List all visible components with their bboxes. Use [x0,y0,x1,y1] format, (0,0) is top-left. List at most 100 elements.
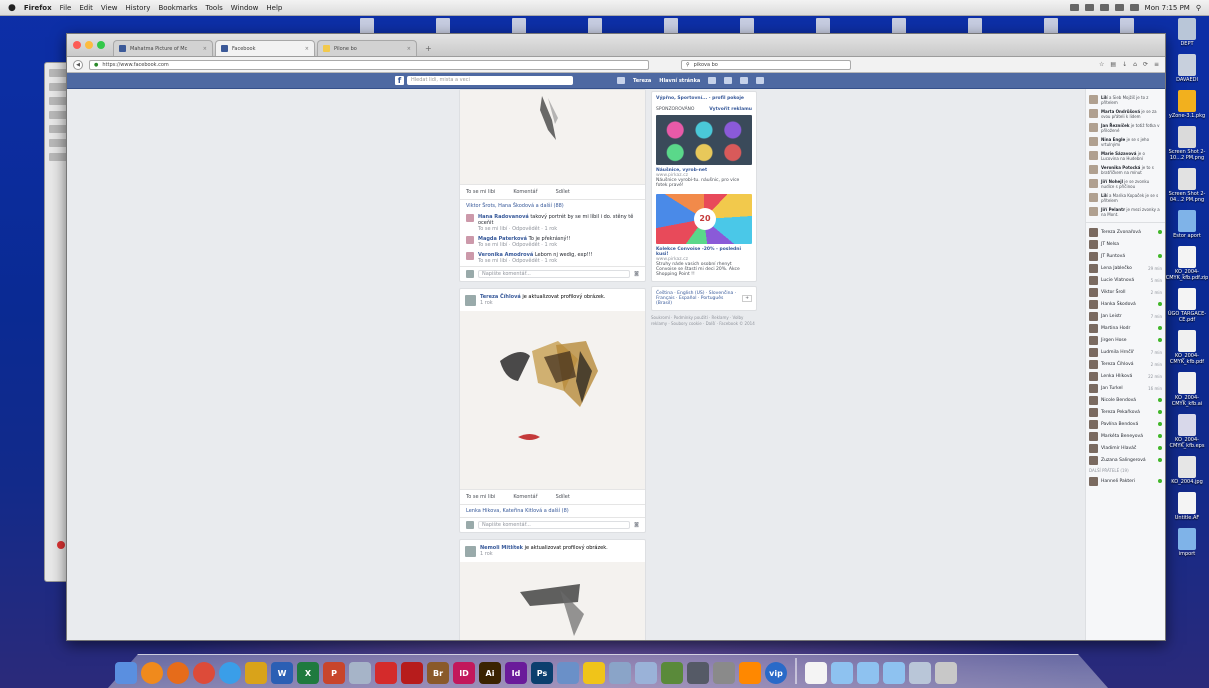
post-photo[interactable] [460,311,645,489]
firefox-icon[interactable] [167,662,189,684]
vlc-icon[interactable] [739,662,761,684]
desktop-file-icon[interactable] [816,18,830,34]
chat-contact[interactable]: JT Runtová [1086,250,1165,262]
word-icon[interactable]: W [271,662,293,684]
comment-meta[interactable]: To se mi libí · Odpovědět · 1 rok [478,242,571,248]
chat-contact[interactable]: Lenka Hlíková 22 min [1086,370,1165,382]
new-tab-button[interactable]: + [425,44,432,53]
desktop-item[interactable]: KO_2004-CMYK_kfb.ai [1167,372,1207,407]
excel-icon[interactable]: X [297,662,319,684]
desktop-item[interactable]: yZone-3.1.pkg [1167,90,1207,119]
utility-icon[interactable] [661,662,683,684]
folder-icon[interactable] [831,662,853,684]
ticker-item[interactable]: Marie Sázavová je o Lucovina na Hudební [1086,149,1165,163]
post-time[interactable]: 1 rok [480,551,608,557]
app-menu[interactable]: Firefox [24,4,52,12]
menu-window[interactable]: Window [231,4,259,12]
desktop-file-icon[interactable] [436,18,450,34]
share-button[interactable]: Sdílet [556,494,570,500]
desktop-file-icon[interactable] [892,18,906,34]
script-icon[interactable] [635,662,657,684]
bridge-icon[interactable]: Br [427,662,449,684]
acrobat-icon[interactable] [375,662,397,684]
menu-tools[interactable]: Tools [206,4,223,12]
minimize-window-button[interactable] [85,41,93,49]
nav-profile[interactable]: Tereza [633,78,651,84]
desktop-item[interactable]: ÚGO TARGACE-CE.pdf [1167,288,1207,323]
chrome-icon[interactable] [193,662,215,684]
acrobat-pro-icon[interactable] [401,662,423,684]
spotlight-icon[interactable]: ⚲ [1196,4,1201,12]
menu-help[interactable]: Help [266,4,282,12]
incopy-icon[interactable]: Id [505,662,527,684]
ad-image-sale[interactable]: 20 [656,194,752,244]
chat-contact[interactable]: Martina Hodr [1086,322,1165,334]
tab-facebook[interactable]: Facebook × [215,40,315,56]
illustrator-icon[interactable]: Ai [479,662,501,684]
photoshop-icon[interactable]: Ps [531,662,553,684]
privacy-icon[interactable] [756,77,765,84]
add-language-button[interactable]: + [742,295,752,302]
notifications-icon[interactable] [740,77,749,84]
zoom-window-button[interactable] [97,41,105,49]
automator-icon[interactable] [713,662,735,684]
desktop-item[interactable]: DAVAEDI [1167,54,1207,83]
disk-utility-icon[interactable] [687,662,709,684]
menubar-clock[interactable]: Mon 7:15 PM [1145,4,1190,12]
chat-contact[interactable]: Viktor Šroll 2 min [1086,286,1165,298]
chat-contact[interactable]: Markéta Beneyová [1086,430,1165,442]
desktop-item[interactable]: DEPT [1167,18,1207,47]
language-list[interactable]: Čeština · English (US) · Slovenčina · Fr… [656,291,738,306]
likes-summary[interactable]: Lenka Hikova, Kateřina Kitlová a další (… [460,505,645,517]
chat-contact[interactable]: Vladimír Hlaváč [1086,442,1165,454]
desktop-file-icon[interactable] [360,18,374,34]
dropbox-icon[interactable] [1069,4,1079,11]
calculator-icon[interactable] [557,662,579,684]
comment-button[interactable]: Komentář [513,494,537,500]
ticker-item[interactable]: Jiří Nohejl je se zvonku nudíce s příčin… [1086,177,1165,191]
apple-menu-icon[interactable]: ● [8,3,16,13]
downloads-icon[interactable]: ↓ [1122,61,1127,68]
close-window-button[interactable] [73,41,81,49]
ibooks-icon[interactable] [141,662,163,684]
downloads-icon[interactable] [909,662,931,684]
menu-icon[interactable]: ≡ [1154,61,1159,68]
volume-icon[interactable] [1114,4,1124,11]
camera-icon[interactable]: ◙ [634,271,639,277]
chat-contact[interactable]: Nicole Bendová [1086,394,1165,406]
comment-meta[interactable]: To se mi libí · Odpovědět · 1 rok [478,258,593,264]
avatar[interactable] [465,545,476,557]
chat-contact[interactable]: JT Nelsa [1086,238,1165,250]
photos-icon[interactable] [609,662,631,684]
post-time[interactable]: 1 rok [480,300,605,306]
avatar[interactable] [466,252,474,260]
chat-contact[interactable]: Zuzana Salingerová [1086,454,1165,466]
cyberduck-icon[interactable] [583,662,605,684]
vip-icon[interactable]: vip [765,662,787,684]
menu-file[interactable]: File [60,4,72,12]
camera-icon[interactable]: ◙ [634,522,639,528]
comment-input[interactable]: Napište komentář... [478,521,631,529]
desktop-item[interactable]: Untitle.AF [1167,492,1207,521]
sync-icon[interactable] [1084,4,1094,11]
create-ad-link[interactable]: Vytvořit reklamu [709,107,752,112]
facebook-search-input[interactable]: Hledat lidi, mista a veci [407,76,573,85]
ticker-item[interactable]: Marta Ondrůšová je se za svou přáteli k … [1086,107,1165,121]
ad-image-earrings[interactable] [656,115,752,165]
nav-home[interactable]: Hlavní stránka [659,78,700,84]
tab-pilone[interactable]: Pilone bo × [317,40,417,56]
ticker-item[interactable]: Nina Engle je se s jeho vrtulnými [1086,135,1165,149]
home-icon[interactable]: ⌂ [1133,61,1137,68]
preview-icon[interactable] [349,662,371,684]
bookmarks-list-icon[interactable]: ▤ [1110,61,1116,68]
comment-input[interactable]: Napište komentář... [478,270,631,278]
menu-edit[interactable]: Edit [79,4,93,12]
chat-contact[interactable]: Hanka Škodová [1086,298,1165,310]
back-button[interactable]: ◀ [73,59,83,70]
avatar[interactable] [466,214,474,222]
safari-icon[interactable] [219,662,241,684]
ad-title[interactable]: Kolekce Convoise -20% - posledni kusi! [656,247,752,257]
chat-contact[interactable]: Tereza Číhlová 2 min [1086,358,1165,370]
desktop-file-icon[interactable] [588,18,602,34]
chat-contact[interactable]: Lucie Vlatnová 5 min [1086,274,1165,286]
